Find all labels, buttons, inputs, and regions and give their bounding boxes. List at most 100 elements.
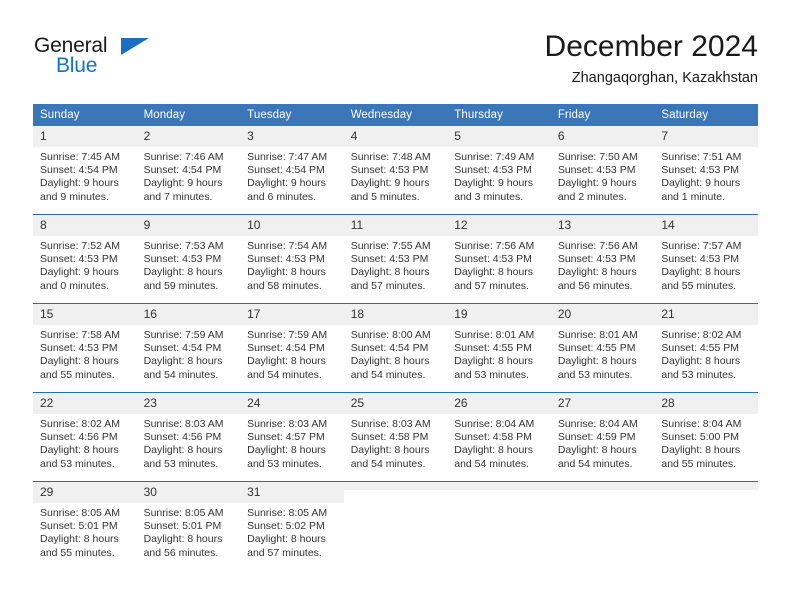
day-cell[interactable]: 5 Sunrise: 7:49 AM Sunset: 4:53 PM Dayli… <box>447 126 551 215</box>
sunset-text: Sunset: 4:59 PM <box>557 431 636 444</box>
sunrise-text: Sunrise: 8:02 AM <box>661 329 742 341</box>
day-cell[interactable]: 2 Sunrise: 7:46 AM Sunset: 4:54 PM Dayli… <box>136 126 241 215</box>
sunrise-text: Sunrise: 7:56 AM <box>454 240 535 252</box>
daylight-text-line2: and 5 minutes. <box>350 190 420 203</box>
daylight-text-line2: and 55 minutes. <box>40 368 115 381</box>
day-cell[interactable]: 16 Sunrise: 7:59 AM Sunset: 4:54 PM Dayl… <box>136 303 241 393</box>
day-cell[interactable]: 19 Sunrise: 8:01 AM Sunset: 4:55 PM Dayl… <box>447 303 551 393</box>
sunrise-text: Sunrise: 7:59 AM <box>143 329 224 341</box>
day-number: 27 <box>550 393 655 414</box>
day-details: Sunrise: 7:54 AM Sunset: 4:53 PM Dayligh… <box>240 236 344 293</box>
daylight-text-line2: and 2 minutes. <box>557 190 627 203</box>
daylight-text-line2: and 55 minutes. <box>661 457 737 470</box>
sunrise-text: Sunrise: 8:01 AM <box>557 329 638 341</box>
day-number: 13 <box>550 215 655 236</box>
daylight-text-line2: and 56 minutes. <box>143 546 219 559</box>
daylight-text-line1: Daylight: 8 hours <box>350 355 430 368</box>
day-cell[interactable]: 1 Sunrise: 7:45 AM Sunset: 4:54 PM Dayli… <box>33 126 137 215</box>
day-cell[interactable]: 15 Sunrise: 7:58 AM Sunset: 4:53 PM Dayl… <box>33 303 137 393</box>
day-cell[interactable]: 29 Sunrise: 8:05 AM Sunset: 5:01 PM Dayl… <box>33 481 137 570</box>
day-details: Sunrise: 8:01 AM Sunset: 4:55 PM Dayligh… <box>551 325 655 382</box>
sunrise-text: Sunrise: 7:56 AM <box>557 240 638 252</box>
day-number: 2 <box>136 126 241 147</box>
day-number: 28 <box>654 393 758 414</box>
day-cell[interactable]: 7 Sunrise: 7:51 AM Sunset: 4:53 PM Dayli… <box>654 126 758 215</box>
sunrise-text: Sunrise: 8:04 AM <box>661 418 742 430</box>
day-cell[interactable]: 24 Sunrise: 8:03 AM Sunset: 4:57 PM Dayl… <box>240 392 344 482</box>
daylight-text-line2: and 54 minutes. <box>557 457 633 470</box>
daylight-text-line1: Daylight: 8 hours <box>247 444 326 457</box>
day-details: Sunrise: 8:04 AM Sunset: 4:58 PM Dayligh… <box>447 414 551 471</box>
sunrise-text: Sunrise: 7:54 AM <box>247 240 328 252</box>
day-number: 1 <box>33 126 137 147</box>
day-details: Sunrise: 7:52 AM Sunset: 4:53 PM Dayligh… <box>33 236 137 293</box>
day-cell[interactable]: 28 Sunrise: 8:04 AM Sunset: 5:00 PM Dayl… <box>654 392 758 482</box>
day-cell-empty <box>654 481 758 570</box>
day-cell[interactable]: 9 Sunrise: 7:53 AM Sunset: 4:53 PM Dayli… <box>136 214 241 304</box>
day-cell[interactable]: 13 Sunrise: 7:56 AM Sunset: 4:53 PM Dayl… <box>550 214 655 304</box>
day-details: Sunrise: 8:00 AM Sunset: 4:54 PM Dayligh… <box>344 325 448 382</box>
sunset-text: Sunset: 4:54 PM <box>350 342 429 355</box>
day-details: Sunrise: 7:55 AM Sunset: 4:53 PM Dayligh… <box>344 236 448 293</box>
daylight-text-line1: Daylight: 8 hours <box>247 266 326 279</box>
sunset-text: Sunset: 4:53 PM <box>454 253 532 266</box>
day-number: 24 <box>240 393 344 414</box>
day-number <box>550 482 655 490</box>
day-number: 7 <box>654 126 758 147</box>
sunset-text: Sunset: 4:53 PM <box>350 164 429 177</box>
daylight-text-line1: Daylight: 9 hours <box>557 177 637 190</box>
day-details: Sunrise: 7:59 AM Sunset: 4:54 PM Dayligh… <box>240 325 344 382</box>
day-cell[interactable]: 12 Sunrise: 7:56 AM Sunset: 4:53 PM Dayl… <box>447 214 551 304</box>
day-cell[interactable]: 30 Sunrise: 8:05 AM Sunset: 5:01 PM Dayl… <box>136 481 241 570</box>
day-cell[interactable]: 22 Sunrise: 8:02 AM Sunset: 4:56 PM Dayl… <box>33 392 137 482</box>
day-number: 8 <box>33 215 137 236</box>
day-details: Sunrise: 8:05 AM Sunset: 5:02 PM Dayligh… <box>240 503 344 560</box>
day-details: Sunrise: 7:59 AM Sunset: 4:54 PM Dayligh… <box>137 325 241 382</box>
sunset-text: Sunset: 4:54 PM <box>40 164 118 177</box>
day-cell[interactable]: 31 Sunrise: 8:05 AM Sunset: 5:02 PM Dayl… <box>240 481 344 570</box>
daylight-text-line2: and 59 minutes. <box>143 279 219 292</box>
day-cell[interactable]: 10 Sunrise: 7:54 AM Sunset: 4:53 PM Dayl… <box>240 214 344 304</box>
day-cell[interactable]: 8 Sunrise: 7:52 AM Sunset: 4:53 PM Dayli… <box>33 214 137 304</box>
daylight-text-line2: and 53 minutes. <box>661 368 737 381</box>
sunset-text: Sunset: 4:53 PM <box>350 253 429 266</box>
day-cell[interactable]: 27 Sunrise: 8:04 AM Sunset: 4:59 PM Dayl… <box>550 392 655 482</box>
sunrise-text: Sunrise: 7:47 AM <box>247 151 328 163</box>
day-cell[interactable]: 23 Sunrise: 8:03 AM Sunset: 4:56 PM Dayl… <box>136 392 241 482</box>
day-number: 16 <box>136 304 241 325</box>
day-number: 20 <box>550 304 655 325</box>
sunset-text: Sunset: 4:53 PM <box>247 253 325 266</box>
day-number: 5 <box>447 126 551 147</box>
daylight-text-line1: Daylight: 8 hours <box>40 444 119 457</box>
daylight-text-line1: Daylight: 8 hours <box>454 444 534 457</box>
day-cell[interactable]: 18 Sunrise: 8:00 AM Sunset: 4:54 PM Dayl… <box>343 303 448 393</box>
daylight-text-line1: Daylight: 8 hours <box>454 355 534 368</box>
day-cell[interactable]: 11 Sunrise: 7:55 AM Sunset: 4:53 PM Dayl… <box>343 214 448 304</box>
day-cell[interactable]: 17 Sunrise: 7:59 AM Sunset: 4:54 PM Dayl… <box>240 303 344 393</box>
day-number: 14 <box>654 215 758 236</box>
day-cell[interactable]: 20 Sunrise: 8:01 AM Sunset: 4:55 PM Dayl… <box>550 303 655 393</box>
day-number: 12 <box>447 215 551 236</box>
sunrise-text: Sunrise: 8:02 AM <box>40 418 120 430</box>
daylight-text-line1: Daylight: 8 hours <box>40 355 119 368</box>
daylight-text-line2: and 55 minutes. <box>40 546 115 559</box>
day-details: Sunrise: 8:03 AM Sunset: 4:56 PM Dayligh… <box>137 414 241 471</box>
day-number: 15 <box>33 304 137 325</box>
general-blue-logo: General Blue <box>34 34 214 84</box>
daylight-text-line1: Daylight: 9 hours <box>40 177 119 190</box>
day-cell[interactable]: 6 Sunrise: 7:50 AM Sunset: 4:53 PM Dayli… <box>550 126 655 215</box>
daylight-text-line1: Daylight: 8 hours <box>454 266 534 279</box>
day-number: 9 <box>136 215 241 236</box>
weekday-header-tuesday: Tuesday <box>240 104 344 126</box>
day-cell[interactable]: 3 Sunrise: 7:47 AM Sunset: 4:54 PM Dayli… <box>240 126 344 215</box>
sunset-text: Sunset: 5:01 PM <box>143 520 222 533</box>
day-cell[interactable]: 4 Sunrise: 7:48 AM Sunset: 4:53 PM Dayli… <box>343 126 448 215</box>
day-cell[interactable]: 26 Sunrise: 8:04 AM Sunset: 4:58 PM Dayl… <box>447 392 551 482</box>
day-cell[interactable]: 21 Sunrise: 8:02 AM Sunset: 4:55 PM Dayl… <box>654 303 758 393</box>
day-details: Sunrise: 8:04 AM Sunset: 4:59 PM Dayligh… <box>551 414 655 471</box>
day-cell[interactable]: 14 Sunrise: 7:57 AM Sunset: 4:53 PM Dayl… <box>654 214 758 304</box>
daylight-text-line2: and 0 minutes. <box>40 279 109 292</box>
day-number: 26 <box>447 393 551 414</box>
daylight-text-line1: Daylight: 8 hours <box>661 444 741 457</box>
day-cell[interactable]: 25 Sunrise: 8:03 AM Sunset: 4:58 PM Dayl… <box>343 392 448 482</box>
